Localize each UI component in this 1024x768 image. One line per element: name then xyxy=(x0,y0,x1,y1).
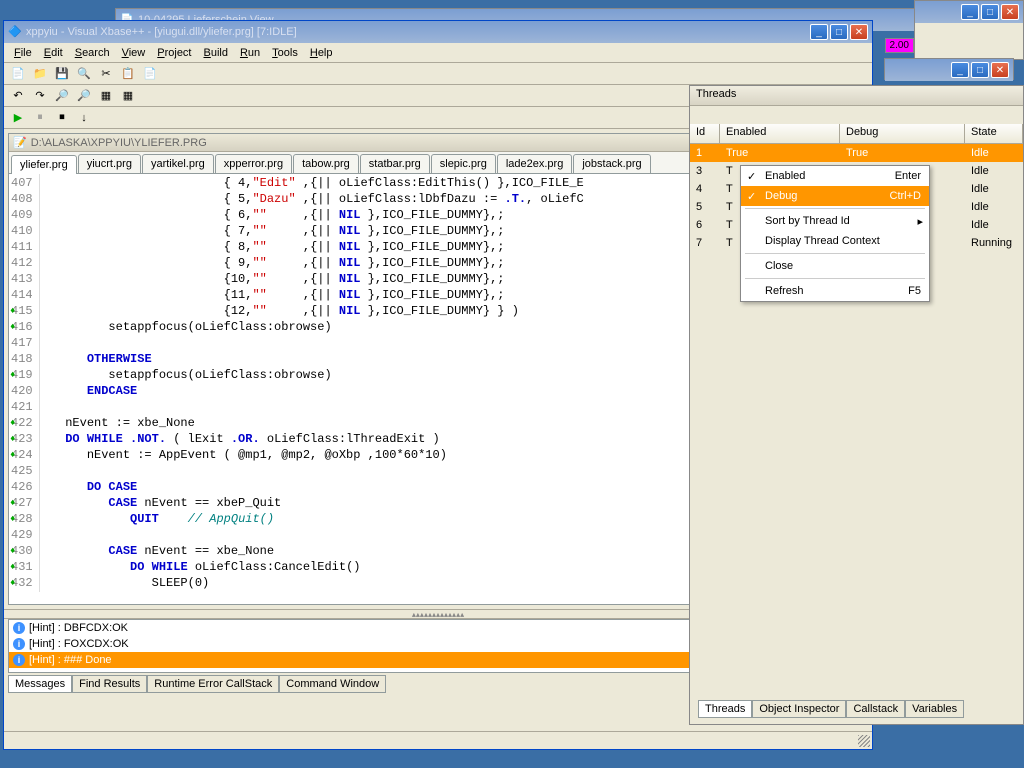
menu-build[interactable]: Build xyxy=(198,45,234,61)
main-close-button[interactable]: ✕ xyxy=(850,24,868,40)
main-title: xppyiu - Visual Xbase++ - [yiugui.dll/yl… xyxy=(26,26,810,38)
menubar: FileEditSearchViewProjectBuildRunToolsHe… xyxy=(4,43,872,63)
run-icon[interactable]: ▶ xyxy=(8,109,28,127)
tool-icon-1[interactable]: ↶ xyxy=(8,87,28,105)
tab-yiucrt-prg[interactable]: yiucrt.prg xyxy=(78,154,141,173)
bg-min-button-2[interactable]: _ xyxy=(951,62,969,78)
cm-sort-by-thread-id[interactable]: Sort by Thread Id xyxy=(741,211,929,231)
cm-display-thread-context[interactable]: Display Thread Context xyxy=(741,231,929,251)
search-icon[interactable]: 🔎 xyxy=(52,87,72,105)
thread-row[interactable]: 1TrueTrueIdle xyxy=(690,144,1023,162)
threads-bottom-tabs: ThreadsObject InspectorCallstackVariable… xyxy=(698,700,1015,718)
tool-icon-5[interactable]: ▦ xyxy=(96,87,116,105)
statusbar xyxy=(4,731,872,749)
tool-icon-2[interactable]: ↷ xyxy=(30,87,50,105)
cm-debug[interactable]: DebugCtrl+D xyxy=(741,186,929,206)
tab-yliefer-prg[interactable]: yliefer.prg xyxy=(11,155,77,174)
bg-close-button-3[interactable]: ✕ xyxy=(991,62,1009,78)
menu-view[interactable]: View xyxy=(116,45,152,61)
pause-icon[interactable]: ⏸ xyxy=(30,109,50,127)
main-titlebar[interactable]: 🔷 xppyiu - Visual Xbase++ - [yiugui.dll/… xyxy=(4,21,872,43)
main-max-button[interactable]: □ xyxy=(830,24,848,40)
bg-small-titlebar-2: _ □ ✕ xyxy=(885,59,1013,81)
file-icon: 📝 xyxy=(13,136,27,149)
toolbar-1: 📄 📁 💾 🔍 ✂ 📋 📄 xyxy=(4,63,872,85)
col-state[interactable]: State xyxy=(965,124,1023,143)
cut-icon[interactable]: ✂ xyxy=(96,65,116,83)
new-file-icon[interactable]: 📄 xyxy=(8,65,28,83)
threads-btab-threads[interactable]: Threads xyxy=(698,700,752,718)
menu-edit[interactable]: Edit xyxy=(38,45,69,61)
tab-statbar-prg[interactable]: statbar.prg xyxy=(360,154,430,173)
tool-icon-6[interactable]: ▦ xyxy=(118,87,138,105)
info-icon: i xyxy=(13,622,25,634)
menu-tools[interactable]: Tools xyxy=(266,45,304,61)
copy-icon[interactable]: 📋 xyxy=(118,65,138,83)
stop-icon[interactable]: ⏹ xyxy=(52,109,72,127)
tab-tabow-prg[interactable]: tabow.prg xyxy=(293,154,359,173)
tab-slepic-prg[interactable]: slepic.prg xyxy=(431,154,496,173)
menu-separator xyxy=(745,253,925,254)
menu-search[interactable]: Search xyxy=(69,45,116,61)
col-id[interactable]: Id xyxy=(690,124,720,143)
bg-small-window-2: _ □ ✕ xyxy=(884,58,1014,80)
threads-btab-callstack[interactable]: Callstack xyxy=(846,700,905,718)
menu-project[interactable]: Project xyxy=(151,45,197,61)
menu-separator xyxy=(745,278,925,279)
bg-min-button[interactable]: _ xyxy=(961,4,979,20)
app-icon: 🔷 xyxy=(8,25,22,39)
tab-yartikel-prg[interactable]: yartikel.prg xyxy=(142,154,214,173)
main-min-button[interactable]: _ xyxy=(810,24,828,40)
btab-messages[interactable]: Messages xyxy=(8,675,72,693)
threads-btab-object-inspector[interactable]: Object Inspector xyxy=(752,700,846,718)
tab-xpperror-prg[interactable]: xpperror.prg xyxy=(215,154,292,173)
info-icon: i xyxy=(13,638,25,650)
bg-max-button[interactable]: □ xyxy=(981,4,999,20)
btab-command-window[interactable]: Command Window xyxy=(279,675,386,693)
bg-close-button-2[interactable]: ✕ xyxy=(1001,4,1019,20)
search-next-icon[interactable]: 🔎 xyxy=(74,87,94,105)
resize-grip[interactable] xyxy=(858,735,870,747)
step-icon[interactable]: ↓ xyxy=(74,109,94,127)
line-gutter: 4074084094104114124134144154164174184194… xyxy=(9,174,40,592)
threads-header: Id Enabled Debug State xyxy=(690,124,1023,144)
tab-jobstack-prg[interactable]: jobstack.prg xyxy=(573,154,650,173)
bg-max-button-2[interactable]: □ xyxy=(971,62,989,78)
threads-title[interactable]: Threads xyxy=(690,86,1023,106)
threads-btab-variables[interactable]: Variables xyxy=(905,700,964,718)
menu-run[interactable]: Run xyxy=(234,45,266,61)
doc-path: D:\ALASKA\XPPYIU\YLIEFER.PRG xyxy=(31,137,207,149)
paste-icon[interactable]: 📄 xyxy=(140,65,160,83)
col-debug[interactable]: Debug xyxy=(840,124,965,143)
menu-file[interactable]: File xyxy=(8,45,38,61)
cm-enabled[interactable]: EnabledEnter xyxy=(741,166,929,186)
open-icon[interactable]: 📁 xyxy=(30,65,50,83)
tab-lade2ex-prg[interactable]: lade2ex.prg xyxy=(497,154,573,173)
btab-find-results[interactable]: Find Results xyxy=(72,675,147,693)
save-icon[interactable]: 💾 xyxy=(52,65,72,83)
bg-small-titlebar: _ □ ✕ xyxy=(915,1,1023,23)
menu-help[interactable]: Help xyxy=(304,45,339,61)
cm-refresh[interactable]: RefreshF5 xyxy=(741,281,929,301)
cm-close[interactable]: Close xyxy=(741,256,929,276)
menu-separator xyxy=(745,208,925,209)
thread-context-menu: EnabledEnterDebugCtrl+D Sort by Thread Id… xyxy=(740,165,930,302)
col-enabled[interactable]: Enabled xyxy=(720,124,840,143)
bg-small-window-1: _ □ ✕ xyxy=(914,0,1024,60)
info-icon: i xyxy=(13,654,25,666)
indicator-badge: 2.00 xyxy=(885,38,914,53)
btab-runtime-error-callstack[interactable]: Runtime Error CallStack xyxy=(147,675,279,693)
binoculars-icon[interactable]: 🔍 xyxy=(74,65,94,83)
